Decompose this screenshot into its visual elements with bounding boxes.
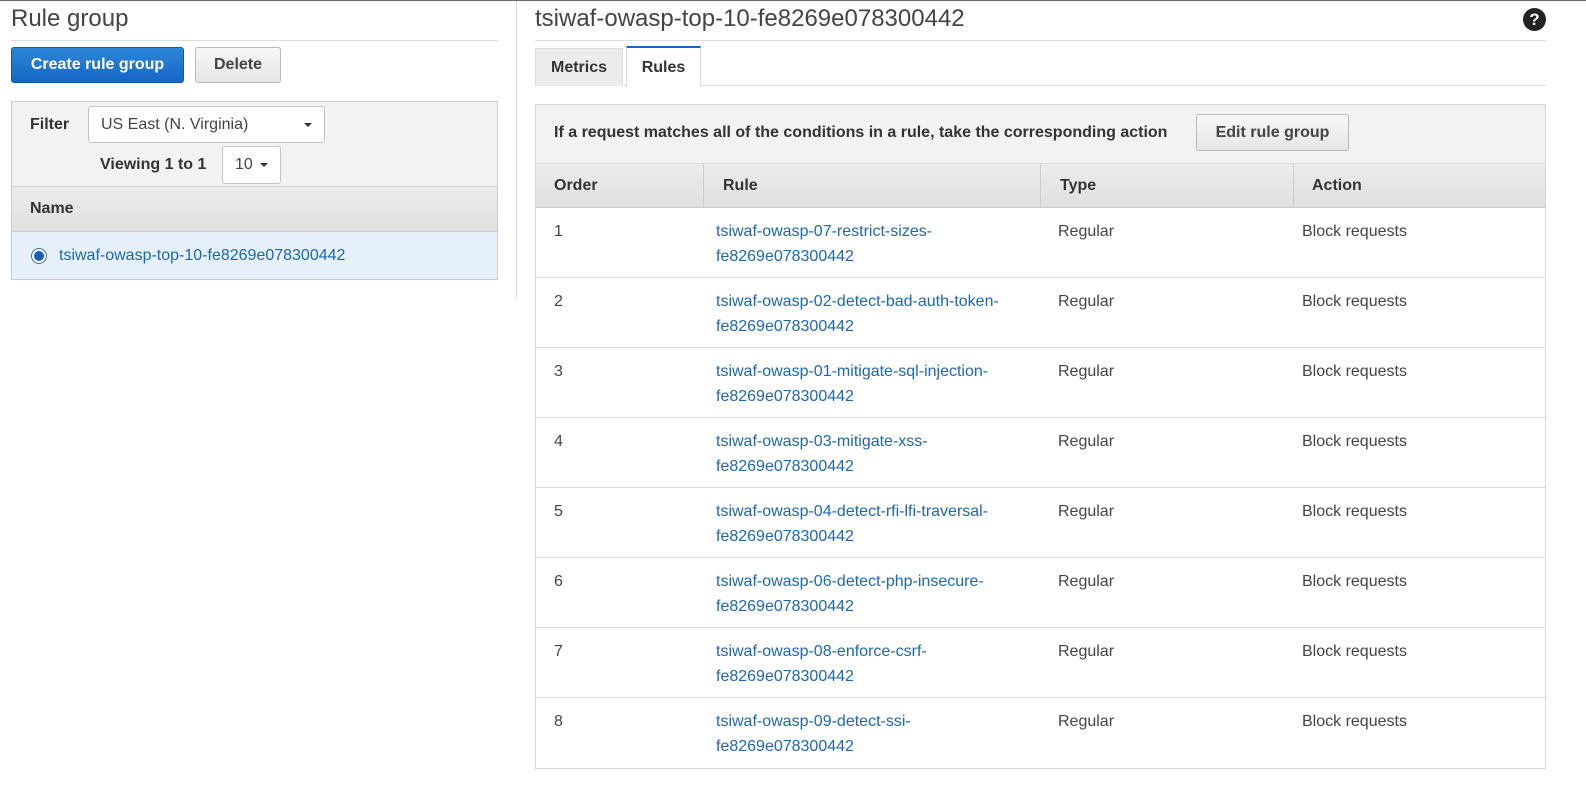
caret-down-icon [304,122,312,127]
table-row: 8 tsiwaf-owasp-09-detect-ssi-fe8269e0783… [536,698,1545,768]
toolbar: Create rule group Delete [11,47,281,83]
rule-order: 3 [554,363,563,380]
rule-link[interactable]: tsiwaf-owasp-03-mitigate-xss-fe8269e0783… [716,430,1026,479]
page-title: Rule group [11,1,498,41]
rules-description: If a request matches all of the conditio… [554,124,1168,141]
rule-group-detail: tsiwaf-owasp-top-10-fe8269e078300442 Met… [535,1,1546,769]
filter-label: Filter [30,116,70,133]
rule-type: Regular [1058,293,1115,310]
rule-action: Block requests [1302,713,1407,730]
rule-action: Block requests [1302,363,1407,380]
rules-table: If a request matches all of the conditio… [535,104,1546,769]
table-row: 4 tsiwaf-owasp-03-mitigate-xss-fe8269e07… [536,418,1545,488]
region-select[interactable]: US East (N. Virginia) [88,106,325,143]
name-column-header[interactable]: Name [12,186,497,232]
question-circle-icon[interactable]: ? [1523,8,1546,31]
caret-down-icon [260,163,268,167]
page-size-select[interactable]: 10 [222,146,281,184]
rule-link[interactable]: tsiwaf-owasp-06-detect-php-insecure-fe82… [716,570,1026,619]
column-header-action[interactable]: Action [1312,164,1362,208]
column-divider [703,164,704,208]
delete-button[interactable]: Delete [195,47,281,83]
rule-action: Block requests [1302,293,1407,310]
name-header-label: Name [30,200,74,217]
table-header: Order Rule Type Action [536,164,1545,208]
column-header-type[interactable]: Type [1060,164,1096,208]
column-divider [1293,164,1294,208]
rule-group-row[interactable]: tsiwaf-owasp-top-10-fe8269e078300442 [12,232,497,279]
detail-title: tsiwaf-owasp-top-10-fe8269e078300442 [535,1,1546,41]
rule-order: 4 [554,433,563,450]
rule-order: 8 [554,713,563,730]
rule-order: 5 [554,503,563,520]
radio-selected[interactable] [31,247,47,264]
column-divider [1040,164,1041,208]
rules-table-toolbar: If a request matches all of the conditio… [536,105,1545,164]
rule-action: Block requests [1302,433,1407,450]
rule-link[interactable]: tsiwaf-owasp-04-detect-rfi-lfi-traversal… [716,500,1026,549]
table-body: 1 tsiwaf-owasp-07-restrict-sizes-fe8269e… [536,208,1545,768]
rule-link[interactable]: tsiwaf-owasp-09-detect-ssi-fe8269e078300… [716,710,1026,759]
table-row: 6 tsiwaf-owasp-06-detect-php-insecure-fe… [536,558,1545,628]
page-size-value: 10 [235,156,253,173]
detail-tabs: Metrics Rules [535,46,1546,87]
table-row: 1 tsiwaf-owasp-07-restrict-sizes-fe8269e… [536,208,1545,278]
viewing-count: Viewing 1 to 1 [100,156,207,173]
rule-order: 7 [554,643,563,660]
tab-rules[interactable]: Rules [626,46,701,87]
rule-group-panel: Rule group Create rule group Delete Filt… [11,1,498,280]
rule-type: Regular [1058,503,1115,520]
rule-link[interactable]: tsiwaf-owasp-08-enforce-csrf-fe8269e0783… [716,640,1026,689]
rule-type: Regular [1058,433,1115,450]
rule-type: Regular [1058,713,1115,730]
edit-rule-group-button[interactable]: Edit rule group [1196,114,1349,151]
panel-divider [516,1,517,299]
rule-action: Block requests [1302,643,1407,660]
tab-metrics[interactable]: Metrics [535,48,623,86]
table-row: 2 tsiwaf-owasp-02-detect-bad-auth-token-… [536,278,1545,348]
region-value: US East (N. Virginia) [101,115,249,133]
create-rule-group-button[interactable]: Create rule group [11,47,184,83]
rule-link[interactable]: tsiwaf-owasp-01-mitigate-sql-injection-f… [716,360,1026,409]
table-row: 7 tsiwaf-owasp-08-enforce-csrf-fe8269e07… [536,628,1545,698]
rule-order: 6 [554,573,563,590]
rule-link[interactable]: tsiwaf-owasp-02-detect-bad-auth-token-fe… [716,290,1026,339]
rule-group-name-link[interactable]: tsiwaf-owasp-top-10-fe8269e078300442 [59,247,345,265]
rule-action: Block requests [1302,573,1407,590]
rule-action: Block requests [1302,503,1407,520]
rule-link[interactable]: tsiwaf-owasp-07-restrict-sizes-fe8269e07… [716,220,1026,269]
rule-group-list: Filter US East (N. Virginia) Viewing 1 t… [11,101,498,280]
column-header-order[interactable]: Order [554,164,598,208]
table-row: 5 tsiwaf-owasp-04-detect-rfi-lfi-travers… [536,488,1545,558]
column-header-rule[interactable]: Rule [723,164,758,208]
rule-order: 1 [554,223,563,240]
rule-order: 2 [554,293,563,310]
table-row: 3 tsiwaf-owasp-01-mitigate-sql-injection… [536,348,1545,418]
rule-action: Block requests [1302,223,1407,240]
rule-type: Regular [1058,573,1115,590]
rule-type: Regular [1058,363,1115,380]
rule-type: Regular [1058,223,1115,240]
rule-type: Regular [1058,643,1115,660]
